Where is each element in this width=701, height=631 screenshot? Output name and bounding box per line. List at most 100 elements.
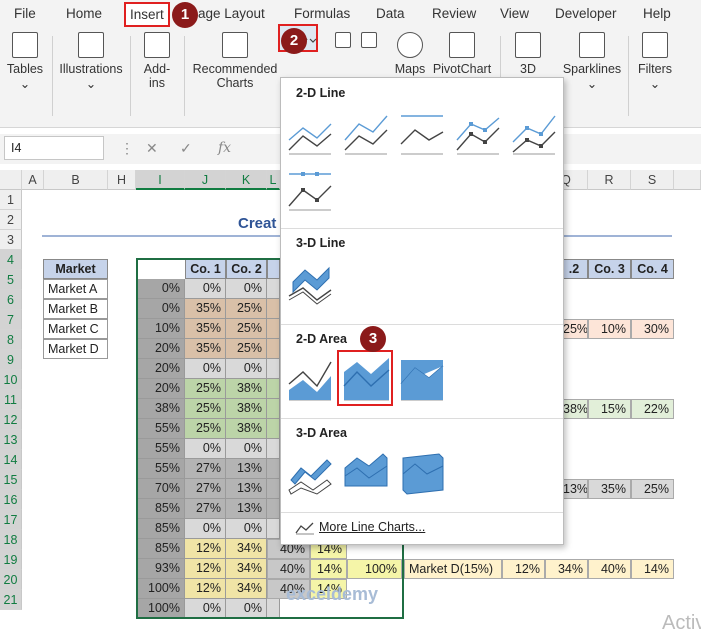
pivotchart-icon	[449, 32, 475, 58]
tab-developer[interactable]: Developer	[555, 6, 617, 21]
row-header[interactable]: 4	[0, 250, 22, 270]
row-header[interactable]: 7	[0, 310, 22, 330]
row-header[interactable]: 8	[0, 330, 22, 350]
illustrations-group[interactable]: Illustrations ⌄	[58, 32, 124, 91]
tab-formulas[interactable]: Formulas	[294, 6, 350, 21]
tab-insert[interactable]: Insert	[124, 2, 170, 27]
row-header[interactable]: 14	[0, 450, 22, 470]
line-chart-thumb[interactable]	[287, 110, 333, 156]
row-header[interactable]: 9	[0, 350, 22, 370]
row-header[interactable]: 21	[0, 590, 22, 610]
market-cell[interactable]: Market C	[43, 319, 108, 339]
row-header[interactable]: 18	[0, 530, 22, 550]
pivotchart-button[interactable]: PivotChart	[432, 32, 492, 76]
hierarchy-chart-icon	[361, 32, 377, 48]
data-cell[interactable]: 34%	[545, 559, 588, 579]
column-header-i[interactable]: I	[136, 170, 185, 190]
row-header[interactable]: 15	[0, 470, 22, 490]
bar-chart-button[interactable]	[330, 32, 356, 52]
tab-review[interactable]: Review	[432, 6, 476, 21]
100-stacked-area-thumb[interactable]	[399, 356, 445, 402]
data-cell[interactable]: 10%	[588, 319, 631, 339]
tab-file[interactable]: File	[14, 6, 36, 21]
maps-label: Maps	[394, 62, 426, 76]
data-cell[interactable]: 15%	[588, 399, 631, 419]
dots-icon: ⋮	[120, 140, 134, 156]
column-header-k[interactable]: K	[226, 170, 267, 190]
row-header[interactable]: 5	[0, 270, 22, 290]
data-cell[interactable]: 35%	[588, 479, 631, 499]
row-header[interactable]: 13	[0, 430, 22, 450]
row-header[interactable]: 6	[0, 290, 22, 310]
tables-group[interactable]: Tables ⌄	[6, 32, 44, 91]
3d-stacked-area-thumb[interactable]	[343, 450, 389, 496]
cancel-icon[interactable]: ✕	[146, 140, 158, 157]
step-badge-1: 1	[172, 2, 198, 28]
recommended-charts-button[interactable]: Recommended Charts	[192, 32, 278, 90]
co2-right-header: .2	[560, 259, 588, 279]
ribbon-separator	[628, 36, 629, 116]
filters-group[interactable]: Filters ⌄	[634, 32, 676, 91]
data-cell[interactable]: 25%	[631, 479, 674, 499]
column-header-r[interactable]: R	[588, 170, 631, 190]
maps-button[interactable]: Maps	[388, 32, 432, 76]
column-header-a[interactable]: A	[22, 170, 44, 190]
3d-map-button[interactable]: 3D	[506, 32, 550, 76]
tab-page-layout[interactable]: age Layout	[198, 6, 265, 21]
row-header[interactable]: 2	[0, 210, 22, 230]
column-header-b[interactable]: B	[44, 170, 108, 190]
hierarchy-chart-button[interactable]	[356, 32, 382, 52]
stacked-line-markers-thumb[interactable]	[511, 110, 557, 156]
data-cell[interactable]: 14%	[631, 559, 674, 579]
data-cell[interactable]: 38%	[560, 399, 588, 419]
tab-data[interactable]: Data	[376, 6, 405, 21]
market-d-label[interactable]: Market D(15%)	[404, 559, 502, 579]
more-line-charts-link[interactable]: More Line Charts...	[295, 520, 425, 535]
addins-label: Add-ins	[143, 62, 171, 90]
row-header[interactable]: 11	[0, 390, 22, 410]
3d-100-stacked-area-thumb[interactable]	[399, 450, 445, 496]
section-divider	[281, 324, 563, 325]
column-header-l[interactable]: L	[267, 170, 280, 190]
stacked-area-thumb[interactable]	[337, 350, 393, 406]
area-thumb[interactable]	[287, 356, 333, 402]
market-cell[interactable]: Market A	[43, 279, 108, 299]
row-header[interactable]: 16	[0, 490, 22, 510]
market-cell[interactable]: Market D	[43, 339, 108, 359]
data-cell[interactable]: 12%	[502, 559, 545, 579]
100-stacked-line-thumb[interactable]	[399, 110, 445, 156]
data-cell[interactable]: 30%	[631, 319, 674, 339]
data-cell[interactable]: 13%	[560, 479, 588, 499]
stacked-line-thumb[interactable]	[343, 110, 389, 156]
row-header[interactable]: 12	[0, 410, 22, 430]
row-header[interactable]: 19	[0, 550, 22, 570]
function-icon[interactable]: fx	[218, 140, 231, 156]
3d-line-thumb[interactable]	[287, 260, 333, 306]
ribbon-separator	[52, 36, 53, 116]
chevron-down-icon: ⌄	[19, 77, 31, 91]
row-header[interactable]: 3	[0, 230, 22, 250]
column-header-j[interactable]: J	[185, 170, 226, 190]
select-all-corner[interactable]	[0, 170, 22, 190]
sparklines-group[interactable]: Sparklines ⌄	[562, 32, 622, 91]
3d-area-thumb[interactable]	[287, 450, 333, 496]
data-cell[interactable]: 25%	[560, 319, 588, 339]
tab-home[interactable]: Home	[66, 6, 102, 21]
line-markers-thumb[interactable]	[455, 110, 501, 156]
confirm-icon[interactable]: ✓	[180, 140, 192, 157]
row-header[interactable]: 17	[0, 510, 22, 530]
addins-group[interactable]: Add-ins	[138, 32, 176, 90]
column-header-h[interactable]: H	[108, 170, 136, 190]
100-stacked-line-markers-thumb[interactable]	[287, 166, 333, 212]
data-cell[interactable]: 22%	[631, 399, 674, 419]
tab-help[interactable]: Help	[643, 6, 671, 21]
column-header-next[interactable]	[674, 170, 701, 190]
tab-view[interactable]: View	[500, 6, 529, 21]
column-header-s[interactable]: S	[631, 170, 674, 190]
row-header[interactable]: 20	[0, 570, 22, 590]
data-cell[interactable]: 40%	[588, 559, 631, 579]
row-header[interactable]: 1	[0, 190, 22, 210]
row-header[interactable]: 10	[0, 370, 22, 390]
market-cell[interactable]: Market B	[43, 299, 108, 319]
name-box[interactable]: I4	[4, 136, 104, 160]
